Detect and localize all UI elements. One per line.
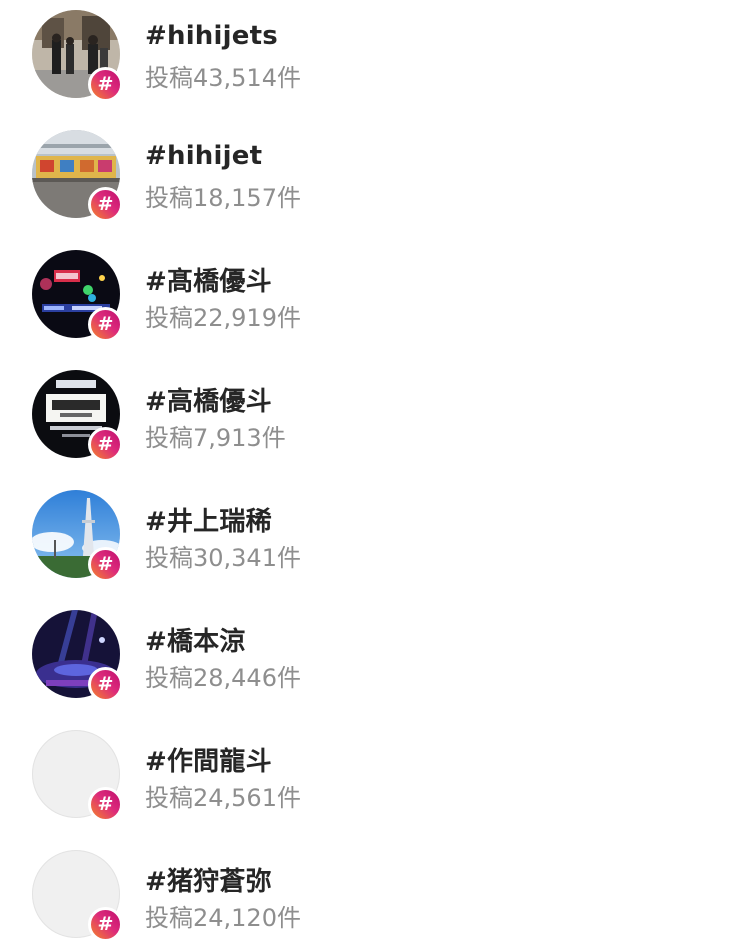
hashtag-post-count: 投稿18,157件 (145, 184, 301, 212)
hashtag-name: #高橋優斗 (145, 387, 272, 417)
hashtag-name: #作間龍斗 (145, 747, 272, 777)
hashtag-name: #井上瑞稀 (145, 507, 272, 537)
hashtag-badge-icon: # (88, 307, 123, 342)
hashtag-post-count: 投稿43,514件 (145, 64, 301, 92)
hashtag-name: #hihijet (145, 141, 263, 171)
hashtag-row[interactable]: # #髙橋優斗 投稿22,919件 (0, 240, 750, 350)
hashtag-name: #猪狩蒼弥 (145, 867, 272, 897)
hashtag-badge-icon: # (88, 427, 123, 462)
hashtag-row[interactable]: # #hihijets 投稿43,514件 (0, 0, 750, 110)
hashtag-post-count: 投稿22,919件 (145, 304, 301, 332)
hashtag-row[interactable]: # #猪狩蒼弥 投稿24,120件 (0, 840, 750, 950)
hashtag-row[interactable]: # #井上瑞稀 投稿30,341件 (0, 480, 750, 590)
hashtag-badge-icon: # (88, 187, 123, 222)
hashtag-name: #髙橋優斗 (145, 267, 272, 297)
hashtag-post-count: 投稿24,120件 (145, 904, 301, 932)
hashtag-post-count: 投稿7,913件 (145, 424, 286, 452)
hashtag-row[interactable]: # #作間龍斗 投稿24,561件 (0, 720, 750, 830)
hashtag-badge-icon: # (88, 67, 123, 102)
hashtag-row[interactable]: # #hihijet 投稿18,157件 (0, 120, 750, 230)
hashtag-badge-icon: # (88, 907, 123, 942)
hashtag-badge-icon: # (88, 667, 123, 702)
hashtag-post-count: 投稿24,561件 (145, 784, 301, 812)
hashtag-badge-icon: # (88, 787, 123, 822)
hashtag-search-results: # #hihijets 投稿43,514件 # #hihijet 投稿18,15… (0, 0, 750, 950)
hashtag-post-count: 投稿28,446件 (145, 664, 301, 692)
hashtag-badge-icon: # (88, 547, 123, 582)
hashtag-row[interactable]: # #橋本涼 投稿28,446件 (0, 600, 750, 710)
hashtag-name: #橋本涼 (145, 627, 246, 657)
hashtag-row[interactable]: # #高橋優斗 投稿7,913件 (0, 360, 750, 470)
hashtag-post-count: 投稿30,341件 (145, 544, 301, 572)
hashtag-name: #hihijets (145, 21, 278, 51)
